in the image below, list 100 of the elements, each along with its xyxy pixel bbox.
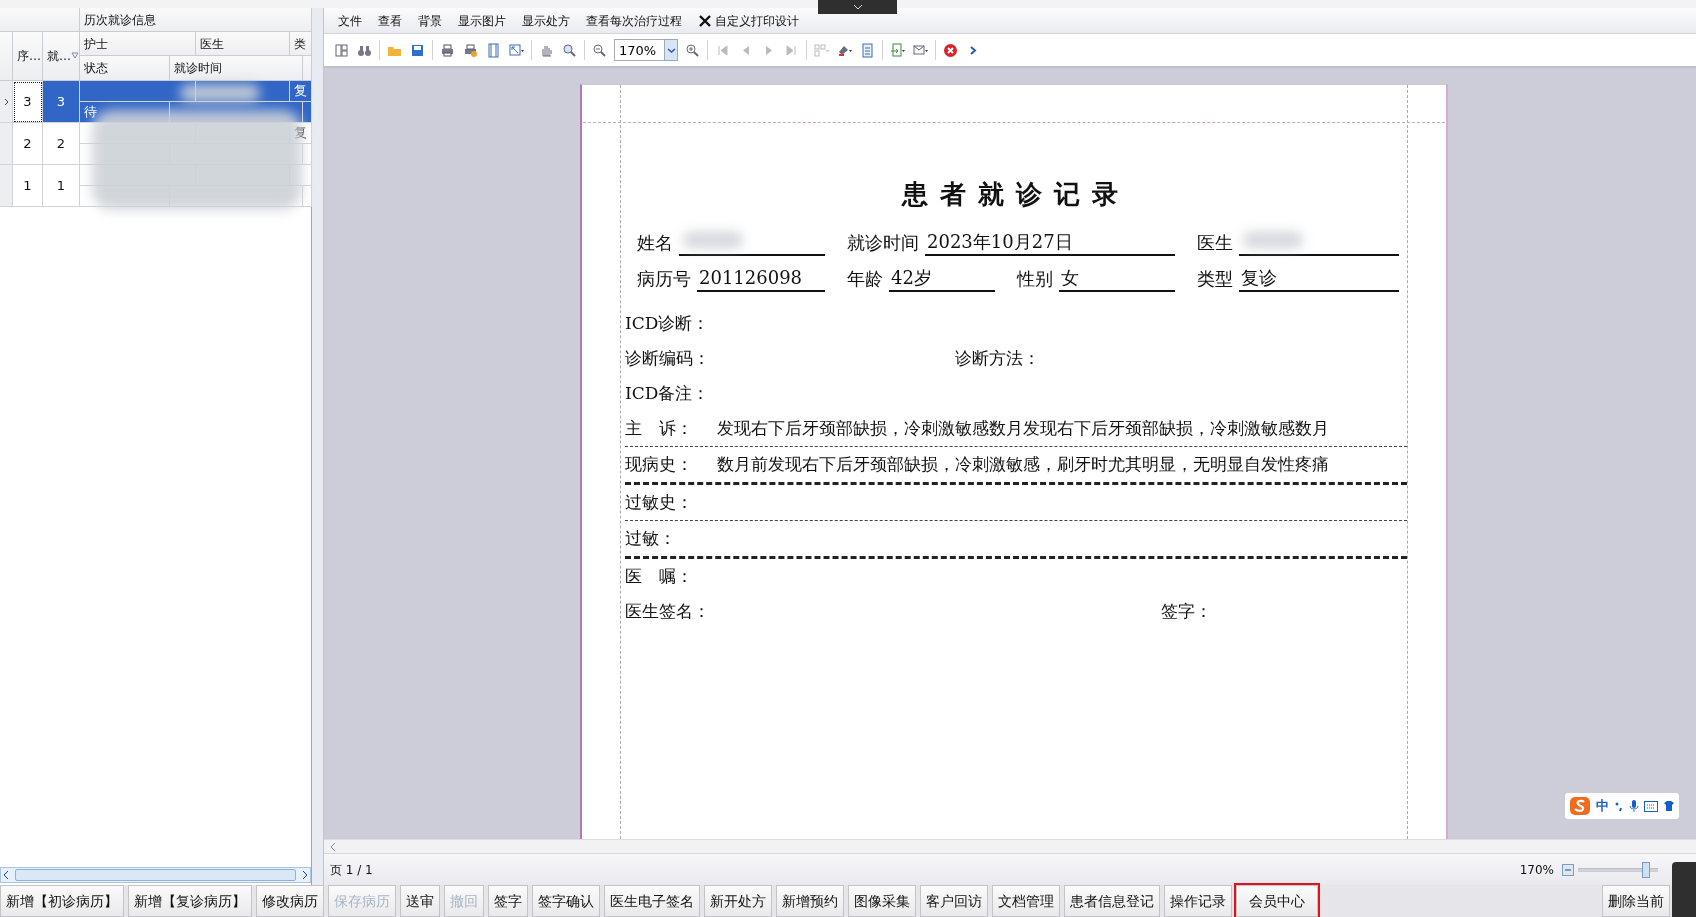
toolbar-button[interactable]: 新增【初诊病历】 xyxy=(0,885,124,917)
zoom-icon[interactable] xyxy=(562,42,577,58)
table-cell: 1 xyxy=(13,165,43,207)
toolbar-button[interactable]: 新开处方 xyxy=(704,885,772,917)
field-value: 42岁 xyxy=(889,264,995,292)
menu-item[interactable]: 显示图片 xyxy=(450,9,514,32)
export-icon[interactable] xyxy=(890,42,905,58)
field-label: 签字： xyxy=(1161,599,1212,623)
column-header[interactable]: 医生 xyxy=(196,32,290,56)
table-cell xyxy=(303,144,312,165)
field-label: 性别 xyxy=(1017,267,1053,291)
toolbar-button[interactable]: 医生电子签名 xyxy=(604,885,700,917)
tools-icon xyxy=(698,13,712,28)
caret-icon xyxy=(666,45,676,55)
toolbar-button[interactable]: 客户回访 xyxy=(920,885,988,917)
printer-icon[interactable] xyxy=(440,42,455,58)
column-header[interactable]: 就诊时间 xyxy=(170,56,303,81)
mail-icon[interactable] xyxy=(913,42,928,58)
filter-icon[interactable] xyxy=(71,52,79,60)
field-label: 姓名 xyxy=(637,231,673,255)
menu-item[interactable]: 显示处方 xyxy=(514,9,578,32)
close-icon[interactable] xyxy=(943,42,958,58)
field-label: 诊断编码： xyxy=(625,346,711,370)
minus-icon[interactable] xyxy=(1562,863,1574,876)
ime-toolbar[interactable]: 中 xyxy=(1565,793,1679,819)
printer-icon[interactable] xyxy=(463,42,478,58)
table-cell: 复 xyxy=(290,81,312,102)
chevron-icon xyxy=(852,4,863,10)
horizontal-scrollbar[interactable] xyxy=(0,867,311,883)
field-label: 医生 xyxy=(1197,231,1233,255)
toolbar-button[interactable]: 图像采集 xyxy=(848,885,916,917)
field-value: 女 xyxy=(1059,264,1175,292)
menu-item[interactable]: 自定义打印设计 xyxy=(690,9,807,32)
toolbar-button[interactable]: 签字 xyxy=(488,885,528,917)
toolbar-button[interactable]: 会员中心 xyxy=(1236,885,1318,917)
column-header[interactable]: 就… xyxy=(47,47,71,65)
toolbar-button[interactable]: 修改病历 xyxy=(256,885,324,917)
menu-item[interactable]: 查看每次治疗过程 xyxy=(578,9,690,32)
field-label: ICD备注： xyxy=(625,381,710,405)
field-label: 诊断方法： xyxy=(955,346,1040,370)
microphone-icon[interactable] xyxy=(1629,799,1639,813)
page-indicator: 页 1 / 1 xyxy=(330,861,373,879)
column-header[interactable]: 类 xyxy=(290,32,312,56)
field-label: 类型 xyxy=(1197,267,1233,291)
header-cell[interactable]: 就… xyxy=(43,32,80,81)
table-cell: 3 xyxy=(43,81,80,123)
row-indicator-icon xyxy=(4,97,10,106)
menu-item[interactable]: 文件 xyxy=(330,9,370,32)
field-label: 现病史： xyxy=(625,452,694,476)
row-header xyxy=(0,165,13,207)
scroll-thumb[interactable] xyxy=(15,869,296,881)
zoom-field[interactable]: 170% xyxy=(614,39,664,61)
layout-icon[interactable] xyxy=(334,42,349,58)
toolbar-button[interactable]: 删除当前 xyxy=(1602,885,1670,917)
zoom-in-icon[interactable] xyxy=(685,42,700,58)
field-label: 过敏史： xyxy=(625,490,693,514)
field-value: 201126098 xyxy=(697,264,825,292)
field-value: 数月前发现右下后牙颈部缺损，冷刺激敏感，刷牙时尤其明显，无明显自发性疼痛 xyxy=(717,452,1329,476)
column-header[interactable]: 护士 xyxy=(80,32,196,56)
input-mode[interactable]: 中 xyxy=(1596,796,1609,816)
zoom-out-icon[interactable] xyxy=(592,42,607,58)
toolbar-button[interactable]: 送审 xyxy=(400,885,440,917)
table-cell: 2 xyxy=(13,123,43,165)
toolbar-button[interactable]: 新增预约 xyxy=(776,885,844,917)
toolbar-button[interactable]: 文档管理 xyxy=(992,885,1060,917)
column-header: 历次就诊信息 xyxy=(80,8,312,32)
field-label: 病历号 xyxy=(637,267,691,291)
horizontal-scrollbar[interactable] xyxy=(324,839,1696,853)
keyboard-icon[interactable] xyxy=(1644,800,1658,812)
menu-item[interactable]: 背景 xyxy=(410,9,450,32)
field-label: 医 嘱： xyxy=(625,564,693,588)
logo-icon xyxy=(1569,796,1591,816)
overlay-panel xyxy=(1672,862,1696,917)
table-cell xyxy=(303,102,312,123)
field-value: 发现右下后牙颈部缺损，冷刺激敏感数月发现右下后牙颈部缺损，冷刺激敏感数月 xyxy=(717,416,1329,440)
field-label: ICD诊断： xyxy=(625,311,710,335)
shirt-icon[interactable] xyxy=(1663,800,1675,812)
dropdown-button[interactable] xyxy=(664,39,678,61)
zoom-level: 170% xyxy=(1519,861,1554,879)
toolbar-button[interactable]: 新增【复诊病历】 xyxy=(128,885,252,917)
column-header[interactable]: 序… xyxy=(13,32,43,81)
column-header[interactable]: 状态 xyxy=(80,56,170,81)
document-title: 患者就诊记录 xyxy=(900,178,1131,211)
field-label: 过敏： xyxy=(625,526,676,550)
punctuation-icon[interactable] xyxy=(1614,800,1624,812)
page-icon[interactable] xyxy=(486,42,501,58)
toolbar-button[interactable]: 操作记录 xyxy=(1164,885,1232,917)
table-cell: 1 xyxy=(43,165,80,207)
toolbar-button[interactable]: 患者信息登记 xyxy=(1064,885,1160,917)
field-label: 医生签名： xyxy=(625,599,711,623)
fit-page-icon[interactable] xyxy=(509,42,524,58)
field-value: 复诊 xyxy=(1239,264,1399,292)
slider-thumb[interactable] xyxy=(1642,861,1650,878)
toolbar-button[interactable]: 签字确认 xyxy=(532,885,600,917)
document-icon[interactable] xyxy=(860,42,875,58)
field-value: 2023年10月27日 xyxy=(925,228,1175,256)
menu-item[interactable]: 查看 xyxy=(370,9,410,32)
save-icon[interactable] xyxy=(410,42,425,58)
table-cell: 2 xyxy=(43,123,80,165)
table-cell: 3 xyxy=(13,81,43,123)
